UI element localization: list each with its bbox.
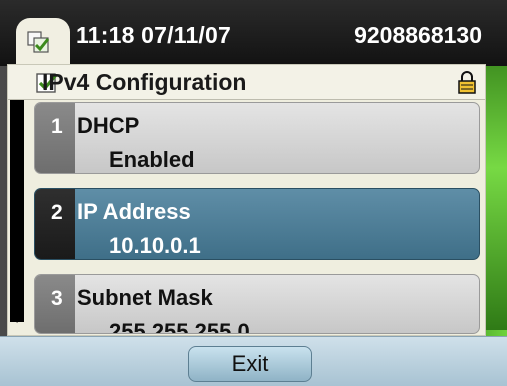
lock-icon bbox=[457, 70, 477, 99]
list-item-ip-address[interactable]: 2 IP Address 10.10.0.1 bbox=[34, 188, 480, 260]
header-time: 11:18 07/11/07 bbox=[76, 22, 232, 48]
scroll-down-arrow-icon[interactable]: ▼ bbox=[9, 310, 25, 328]
page-title: IPv4 Configuration bbox=[42, 69, 247, 95]
item-number: 3 bbox=[51, 287, 63, 310]
list-item-subnet-mask[interactable]: 3 Subnet Mask 255.255.255.0 bbox=[34, 274, 480, 334]
item-label: DHCP bbox=[77, 113, 140, 138]
list-item-dhcp[interactable]: 1 DHCP Enabled bbox=[34, 102, 480, 174]
panel-title-bar: IPv4 Configuration bbox=[8, 65, 485, 100]
item-label: IP Address bbox=[77, 199, 191, 224]
item-value: 10.10.0.1 bbox=[109, 233, 201, 258]
item-number: 2 bbox=[51, 201, 63, 224]
item-value: Enabled bbox=[109, 147, 195, 172]
item-value: 255.255.255.0 bbox=[109, 319, 250, 334]
item-label: Subnet Mask bbox=[77, 285, 213, 310]
header-phone-number: 9208868130 bbox=[354, 22, 482, 48]
phone-screen: 11:18 07/11/07 9208868130 IPv4 Configura… bbox=[0, 0, 507, 386]
checklist-icon bbox=[26, 30, 52, 61]
app-tab[interactable] bbox=[16, 18, 70, 70]
item-number: 1 bbox=[51, 115, 63, 138]
scrollbar[interactable] bbox=[10, 100, 24, 322]
status-header: 11:18 07/11/07 9208868130 bbox=[0, 0, 507, 66]
exit-button[interactable]: Exit bbox=[188, 346, 312, 382]
softkey-bar: Exit bbox=[0, 336, 507, 386]
